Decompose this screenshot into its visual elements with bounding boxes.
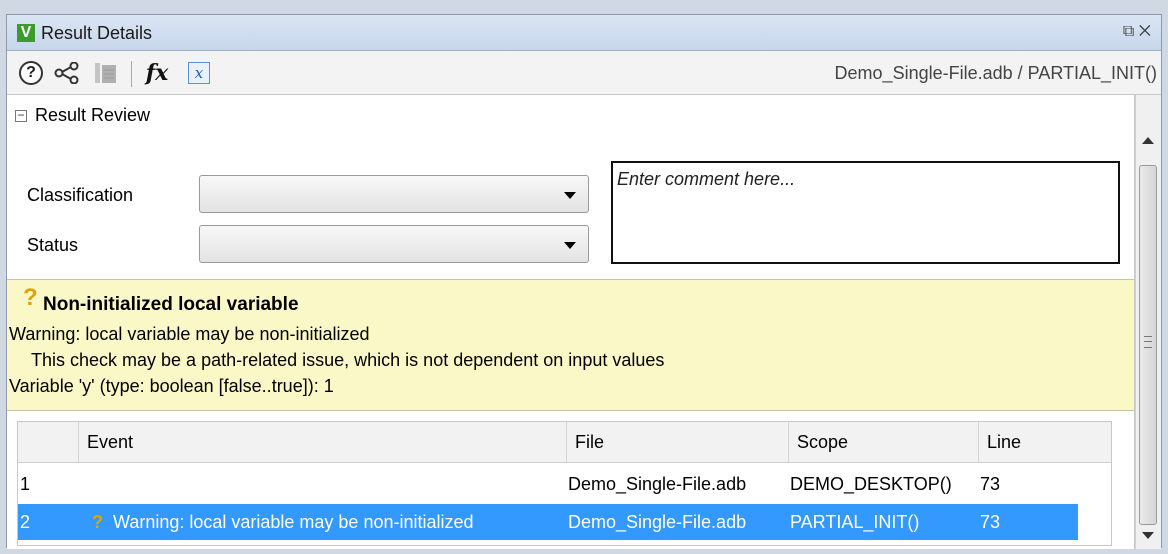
toolbar-separator: [131, 61, 132, 87]
content-area: − Result Review Classification Status En…: [7, 95, 1135, 549]
status-label: Status: [27, 235, 79, 255]
question-mark-icon: ?: [23, 284, 38, 311]
column-header-scope[interactable]: Scope: [788, 422, 978, 462]
warning-title: Non-initialized local variable: [43, 294, 299, 315]
help-icon: ?: [19, 61, 43, 85]
close-icon[interactable]: ✕: [1139, 23, 1151, 40]
row-line: 73: [980, 474, 1001, 494]
warning-line-2: This check may be a path-related issue, …: [31, 350, 665, 370]
grip-icon: [1144, 336, 1152, 348]
chevron-down-icon: [564, 192, 576, 199]
row-file: Demo_Single-File.adb: [568, 474, 747, 494]
help-button[interactable]: ?: [17, 59, 45, 87]
warning-line-3: Variable 'y' (type: boolean [false..true…: [9, 376, 334, 396]
pane-title: Result Details: [41, 23, 153, 43]
result-review-label: Result Review: [35, 105, 151, 125]
event-table: Event File Scope Line 1 Demo_Single-File…: [17, 421, 1112, 546]
window-buttons: ⧉ ✕: [1123, 23, 1151, 41]
result-review-header[interactable]: − Result Review: [15, 105, 150, 126]
classification-dropdown[interactable]: [199, 175, 589, 213]
fx-icon: fx: [145, 60, 169, 86]
column-header-line[interactable]: Line: [978, 422, 1076, 462]
row-number: 2: [20, 512, 31, 532]
graph-icon: [54, 62, 79, 84]
toolbar: ? fx x Demo_Single-File.adb / PARTIAL_IN…: [7, 51, 1161, 95]
scroll-thumb[interactable]: [1139, 165, 1157, 525]
row-file: Demo_Single-File.adb: [568, 512, 747, 532]
scroll-up-icon[interactable]: [1142, 137, 1154, 144]
chevron-down-icon: [564, 242, 576, 249]
table-header: Event File Scope Line: [18, 422, 1111, 463]
table-row[interactable]: 1 Demo_Single-File.adb DEMO_DESKTOP() 73: [18, 466, 1111, 502]
question-mark-icon: ?: [92, 512, 103, 532]
comment-field[interactable]: Enter comment here...: [611, 161, 1120, 264]
column-header-index: [18, 422, 78, 462]
column-header-file[interactable]: File: [566, 422, 788, 462]
row-line: 73: [980, 512, 1001, 532]
column-header-event[interactable]: Event: [78, 422, 566, 462]
row-scope: PARTIAL_INIT(): [790, 512, 920, 532]
vertical-scrollbar[interactable]: [1135, 95, 1161, 549]
app-logo-icon: V: [17, 24, 35, 42]
fx-button[interactable]: fx: [139, 59, 175, 87]
stack-icon: [95, 63, 116, 83]
variable-icon: x: [188, 62, 210, 84]
breadcrumb: Demo_Single-File.adb / PARTIAL_INIT(): [834, 63, 1157, 83]
row-scope: DEMO_DESKTOP(): [790, 474, 952, 494]
title-bar: V Result Details ⧉ ✕: [7, 15, 1161, 51]
collapse-icon[interactable]: −: [15, 109, 27, 122]
warning-line-1: Warning: local variable may be non-initi…: [9, 324, 370, 344]
status-dropdown[interactable]: [199, 225, 589, 263]
graph-button[interactable]: [53, 59, 83, 87]
scroll-down-icon[interactable]: [1142, 532, 1154, 539]
stack-button[interactable]: [93, 59, 119, 87]
row-event: Warning: local variable may be non-initi…: [113, 512, 474, 532]
variable-button[interactable]: x: [185, 59, 213, 87]
classification-label: Classification: [27, 185, 134, 205]
undock-icon[interactable]: ⧉: [1123, 23, 1134, 40]
table-row-selected[interactable]: 2 ? Warning: local variable may be non-in…: [18, 504, 1078, 540]
row-number: 1: [20, 474, 31, 494]
warning-panel: ? Non-initialized local variable Warning…: [7, 279, 1134, 411]
result-details-pane: V Result Details ⧉ ✕ ? fx x Demo_Single-…: [6, 14, 1162, 549]
row-event-cell: ? Warning: local variable may be non-init…: [92, 504, 474, 540]
